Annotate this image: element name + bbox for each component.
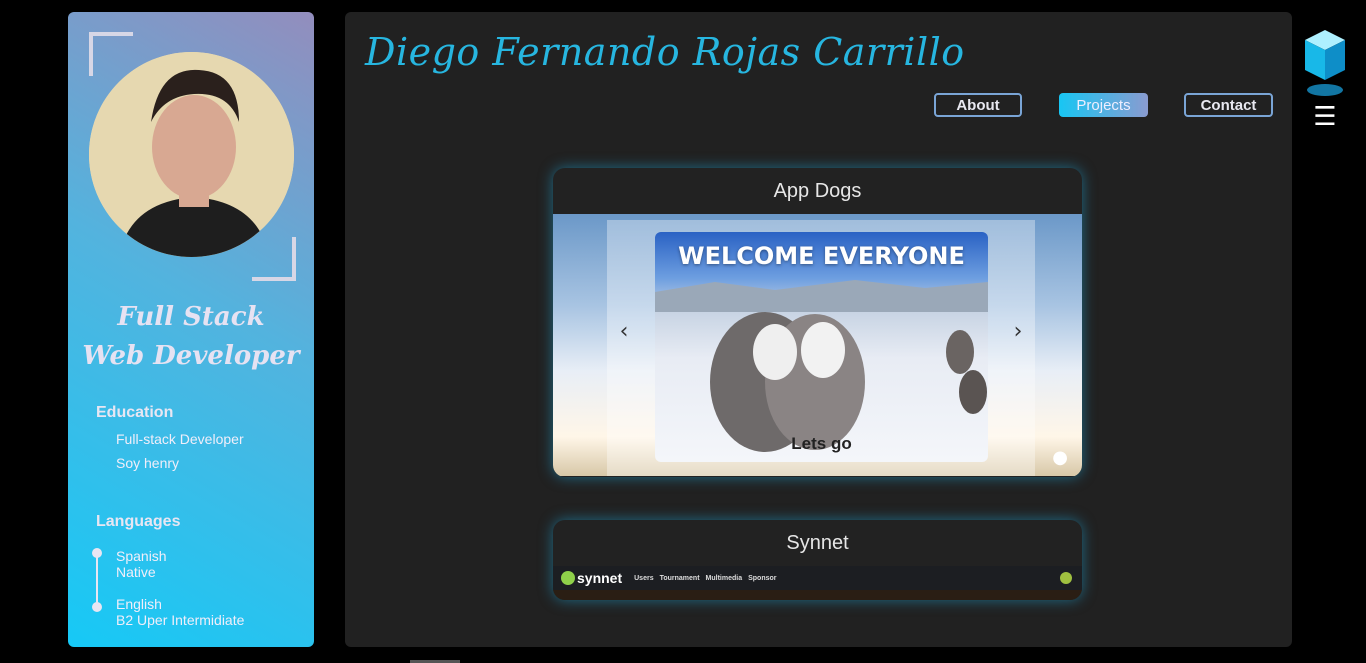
project-title: App Dogs — [773, 179, 862, 202]
nav-projects-button[interactable]: Projects — [1059, 93, 1148, 117]
timeline-line — [96, 553, 98, 607]
page-title: Diego Fernando Rojas Carrillo — [365, 30, 965, 74]
timeline-dot — [92, 602, 102, 612]
frame-corner-bottom-right — [252, 237, 296, 281]
education-heading: Education — [96, 404, 174, 421]
main-panel: Diego Fernando Rojas Carrillo About Proj… — [345, 12, 1292, 647]
timeline-dot — [92, 548, 102, 558]
preview-cta: Lets go — [791, 434, 852, 453]
nav-about-button[interactable]: About — [934, 93, 1022, 117]
chevron-left-icon[interactable]: ‹ — [612, 319, 636, 344]
project-title: Synnet — [786, 531, 849, 554]
project-card-synnet[interactable]: Synnet synnet Users Tournament Multimedi… — [553, 520, 1082, 600]
education-item: Soy henry — [116, 455, 180, 471]
education-item: Full-stack Developer — [116, 431, 244, 447]
languages-heading: Languages — [96, 513, 181, 530]
synnet-link: Multimedia — [705, 574, 743, 582]
project-carousel[interactable]: WELCOME EVERYONE Lets go ‹ › ● — [553, 214, 1082, 476]
user-avatar-icon — [1060, 572, 1072, 584]
cube-logo-icon[interactable] — [1303, 28, 1347, 100]
language-level: B2 Uper Intermidiate — [116, 612, 245, 628]
project-screenshot: WELCOME EVERYONE Lets go — [655, 232, 988, 462]
language-name: Spanish — [116, 548, 167, 564]
frame-corner-top-left — [89, 32, 133, 76]
role-line-1: Full Stack — [117, 302, 265, 332]
profile-sidebar: Full Stack Web Developer Education Full-… — [68, 12, 314, 647]
synnet-preview-navbar: synnet Users Tournament Multimedia Spons… — [553, 566, 1082, 590]
chevron-right-icon[interactable]: › — [1006, 319, 1030, 344]
role-title: Full Stack Web Developer — [68, 298, 314, 376]
synnet-link: Tournament — [659, 574, 700, 582]
synnet-logo: synnet — [561, 570, 622, 586]
synnet-preview-body — [553, 590, 1082, 600]
project-card-app-dogs[interactable]: App Dogs WELCOME EVERYONE Lets go ‹ › ● — [553, 168, 1082, 477]
paw-icon: ● — [1052, 447, 1068, 468]
hamburger-menu-icon[interactable]: ☰ — [1312, 104, 1338, 130]
tennis-ball-icon — [561, 571, 575, 585]
synnet-link: Sponsor — [748, 574, 777, 582]
role-line-2: Web Developer — [82, 341, 300, 371]
nav-contact-button[interactable]: Contact — [1184, 93, 1273, 117]
avatar — [89, 52, 294, 257]
language-name: English — [116, 596, 162, 612]
language-level: Native — [116, 564, 156, 580]
synnet-link: Users — [634, 574, 654, 582]
preview-headline: WELCOME EVERYONE — [678, 242, 965, 270]
